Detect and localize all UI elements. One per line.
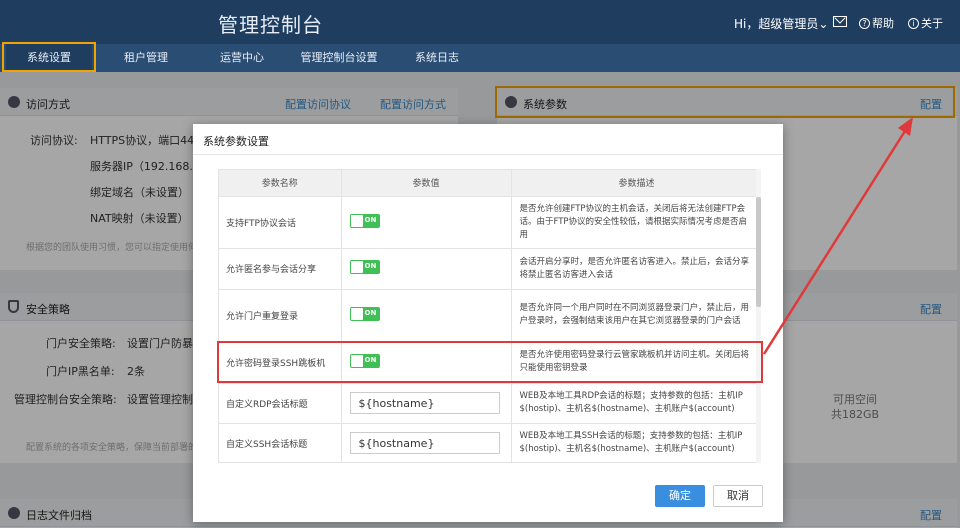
system-params-dialog: 系统参数设置 参数名称 参数值 参数描述 支持FTP协议会话 ON 是否允许创建… <box>193 124 783 522</box>
help-button[interactable]: ? 帮助 <box>859 15 894 31</box>
repeat-login-toggle[interactable]: ON <box>349 306 380 321</box>
anonymous-share-toggle[interactable]: ON <box>349 260 380 274</box>
param-description: 是否允许创建FTP协议的主机会话，关闭后将无法创建FTP会话。由于FTP协议的安… <box>511 196 760 249</box>
info-icon: i <box>908 17 919 29</box>
param-name: 允许门户重复登录 <box>219 289 342 342</box>
dialog-title: 系统参数设置 <box>203 135 269 148</box>
table-header-row: 参数名称 参数值 参数描述 <box>219 170 760 197</box>
highlight-box-ssh-row <box>217 341 763 383</box>
main-nav: 系统设置 租户管理 运营中心 管理控制台设置 系统日志 <box>0 44 960 72</box>
param-name: 自定义RDP会话标题 <box>219 383 342 424</box>
param-description: WEB及本地工具RDP会话的标题；支持参数的包括：主机IP $(hostip)、… <box>511 383 760 424</box>
app-title: 管理控制台 <box>218 13 323 37</box>
column-header: 参数描述 <box>511 170 760 197</box>
table-row: 支持FTP协议会话 ON 是否允许创建FTP协议的主机会话，关闭后将无法创建FT… <box>219 196 760 249</box>
dialog-divider <box>193 154 783 155</box>
user-greeting: Hi，超级管理员 <box>734 17 819 31</box>
ftp-toggle[interactable]: ON <box>349 213 380 228</box>
tab-system-log[interactable]: 系统日志 <box>402 44 472 72</box>
highlight-box-nav <box>2 42 96 72</box>
param-description: 会话开启分享时，是否允许匿名访客进入。禁止后，会话分享将禁止匿名访客进入会话 <box>511 248 760 290</box>
tab-console-settings[interactable]: 管理控制台设置 <box>296 44 382 72</box>
mail-icon[interactable] <box>833 16 847 27</box>
table-scrollbar-thumb[interactable] <box>756 197 761 307</box>
table-row: 允许匿名参与会话分享 ON 会话开启分享时，是否允许匿名访客进入。禁止后，会话分… <box>219 248 760 290</box>
rdp-title-input[interactable] <box>349 392 500 414</box>
toggle-on-label: ON <box>364 215 377 224</box>
param-name: 自定义SSH会话标题 <box>219 423 342 462</box>
param-name: 允许匿名参与会话分享 <box>219 248 342 290</box>
table-row: 允许门户重复登录 ON 是否允许同一个用户同时在不同浏览器登录门户，禁止后，用户… <box>219 289 760 342</box>
param-description: 是否允许同一个用户同时在不同浏览器登录门户，禁止后，用户登录时，会强制结束该用户… <box>511 289 760 342</box>
toggle-knob <box>350 214 363 227</box>
ssh-title-input[interactable] <box>349 432 500 454</box>
column-header: 参数名称 <box>219 170 342 197</box>
table-row: 自定义SSH会话标题 WEB及本地工具SSH会话的标题；支持参数的包括：主机IP… <box>219 423 760 462</box>
toggle-on-label: ON <box>364 262 377 270</box>
tab-operations-center[interactable]: 运营中心 <box>206 44 278 72</box>
params-table: 参数名称 参数值 参数描述 支持FTP协议会话 ON 是否允许创建FTP协议的主… <box>218 169 761 463</box>
about-button[interactable]: i 关于 <box>908 15 943 31</box>
table-row: 自定义RDP会话标题 WEB及本地工具RDP会话的标题；支持参数的包括：主机IP… <box>219 383 760 424</box>
top-header: 管理控制台 Hi，超级管理员⌄ ? 帮助 i 关于 <box>0 0 960 44</box>
column-header: 参数值 <box>341 170 512 197</box>
toggle-on-label: ON <box>364 308 377 317</box>
user-menu[interactable]: Hi，超级管理员⌄ <box>734 15 828 32</box>
chevron-down-icon: ⌄ <box>818 17 829 31</box>
param-name: 支持FTP协议会话 <box>219 196 342 249</box>
help-label: 帮助 <box>872 17 894 30</box>
tab-tenant-management[interactable]: 租户管理 <box>108 44 184 72</box>
param-description: WEB及本地工具SSH会话的标题；支持参数的包括：主机IP $(hostip)、… <box>511 423 760 462</box>
confirm-button[interactable]: 确定 <box>655 485 705 507</box>
toggle-knob <box>350 261 363 273</box>
about-label: 关于 <box>921 17 943 30</box>
cancel-button[interactable]: 取消 <box>713 485 763 507</box>
help-icon: ? <box>859 17 870 29</box>
toggle-knob <box>350 307 363 320</box>
